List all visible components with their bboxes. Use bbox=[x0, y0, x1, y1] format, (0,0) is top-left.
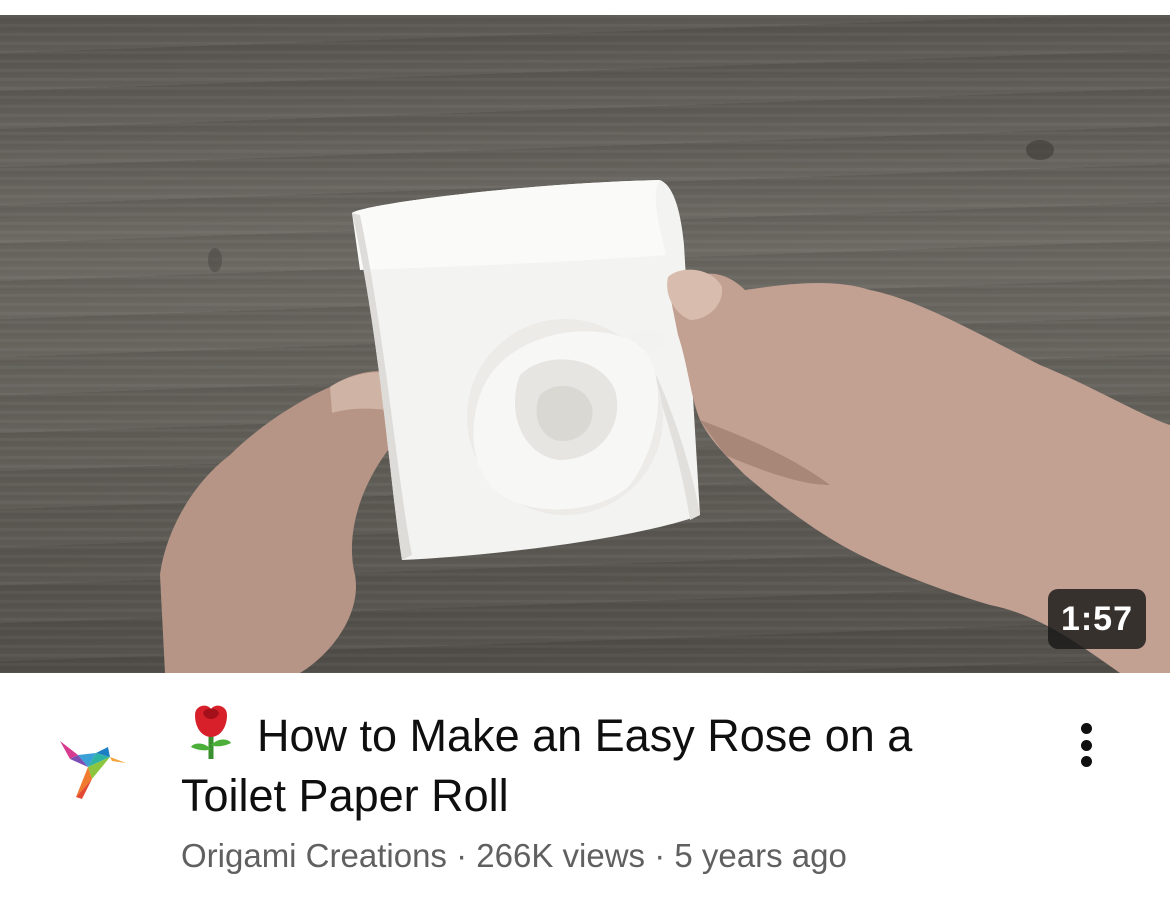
rose-emoji bbox=[191, 705, 231, 759]
more-vertical-icon[interactable] bbox=[1066, 717, 1106, 773]
more-dot bbox=[1080, 739, 1092, 751]
more-dot bbox=[1080, 756, 1092, 767]
video-thumbnail[interactable]: 1:57 bbox=[0, 15, 1170, 673]
separator-dot: · bbox=[654, 837, 666, 874]
video-subline: Origami Creations · 266K views · 5 years… bbox=[181, 837, 847, 875]
video-title[interactable]: How to Make an Easy Rose on a Toilet Pap… bbox=[181, 701, 1001, 826]
more-dot bbox=[1080, 723, 1092, 734]
view-count: 266K views bbox=[476, 837, 646, 874]
duration-badge: 1:57 bbox=[1047, 589, 1146, 649]
thumbnail-image bbox=[160, 140, 1170, 673]
upload-age: 5 years ago bbox=[674, 837, 847, 874]
separator-dot: · bbox=[456, 837, 468, 874]
channel-name[interactable]: Origami Creations bbox=[181, 837, 447, 874]
channel-avatar[interactable] bbox=[52, 727, 132, 807]
top-strip bbox=[0, 0, 1170, 15]
video-metadata[interactable]: How to Make an Easy Rose on a Toilet Pap… bbox=[0, 673, 1170, 913]
video-title-text: How to Make an Easy Rose on a Toilet Pap… bbox=[181, 710, 913, 821]
